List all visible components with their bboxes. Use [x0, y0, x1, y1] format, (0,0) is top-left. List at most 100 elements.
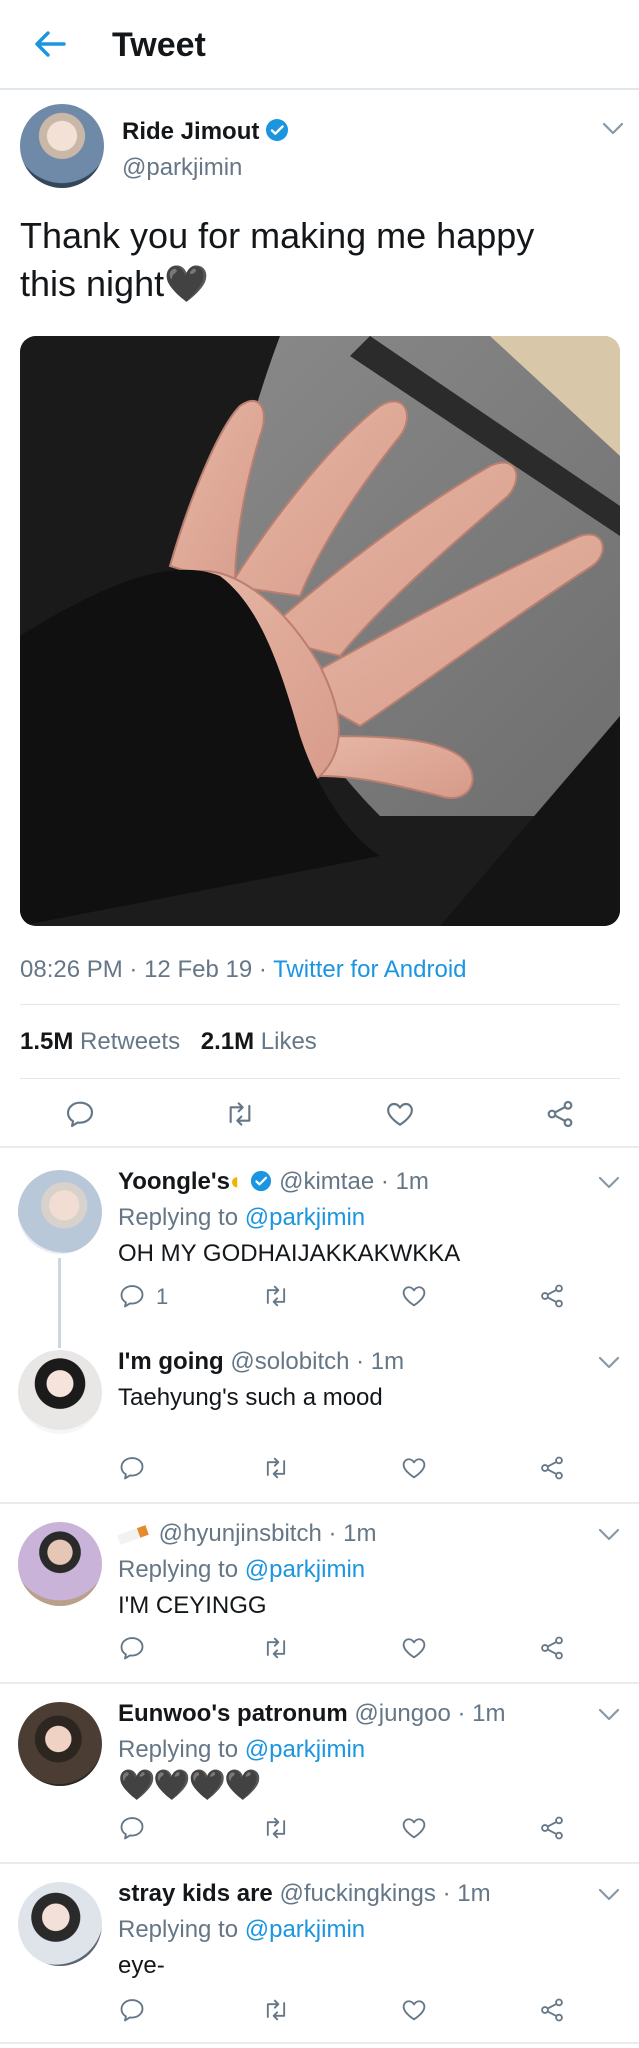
share-icon[interactable] [544, 1098, 576, 1130]
reply-count: 1 [156, 1284, 169, 1309]
replying-to: Replying to @parkjimin [118, 1736, 365, 1764]
replying-to-link[interactable]: @parkjimin [245, 1736, 365, 1763]
author-name: Ride Jimout [122, 118, 260, 145]
likes-count: 2.1M [200, 1028, 255, 1055]
verified-badge-icon [250, 1170, 272, 1192]
avatar[interactable] [18, 1350, 102, 1434]
retweets-stat[interactable]: 1.5M Retweets [20, 1028, 180, 1055]
tweet-time: 08:26 PM [20, 956, 123, 983]
reply-time: · 1m [457, 1700, 506, 1727]
reply-time: · 1m [328, 1520, 377, 1547]
reply-header[interactable]: Eunwoo's patronum @jungoo · 1m [118, 1700, 505, 1728]
share-icon[interactable] [538, 1634, 566, 1662]
reply-icon[interactable] [64, 1098, 96, 1130]
retweet-icon[interactable] [262, 1454, 290, 1482]
reply-icon[interactable] [118, 1814, 146, 1842]
reply-time: · 1m [442, 1880, 491, 1907]
reply-text: eye- [118, 1952, 165, 1979]
back-arrow-icon[interactable] [30, 24, 70, 64]
author-handle[interactable]: @parkjimin [122, 154, 242, 182]
reply-text: Taehyung's such a mood [118, 1384, 383, 1411]
divider [0, 1502, 639, 1504]
reply-icon[interactable] [118, 1282, 146, 1310]
replying-to-link[interactable]: @parkjimin [245, 1556, 365, 1583]
tweet-source-link[interactable]: Twitter for Android [273, 956, 466, 983]
heart-icon[interactable] [400, 1454, 428, 1482]
name-emoji-icon [117, 1524, 149, 1545]
replying-to: Replying to @parkjimin [118, 1204, 365, 1232]
divider [0, 1146, 639, 1148]
replying-to-link[interactable]: @parkjimin [245, 1204, 365, 1231]
verified-badge-icon [265, 118, 289, 142]
page-title: Tweet [112, 26, 206, 64]
meta-separator: · [129, 956, 138, 983]
chevron-down-icon[interactable] [598, 1176, 620, 1190]
reply-icon[interactable] [118, 1996, 146, 2024]
divider [0, 1862, 639, 1864]
author-name-row[interactable]: Ride Jimout [122, 118, 289, 146]
divider [20, 1078, 620, 1079]
retweet-icon[interactable] [224, 1098, 256, 1130]
replying-to-link[interactable]: @parkjimin [245, 1916, 365, 1943]
chevron-down-icon[interactable] [602, 122, 624, 136]
likes-label: Likes [260, 1028, 317, 1055]
black-heart-emoji: 🖤 [164, 263, 209, 304]
black-heart-emoji: 🖤 [224, 1769, 262, 1802]
divider [20, 1004, 620, 1005]
reply-handle: @fuckingkings [279, 1880, 436, 1907]
tweet-text-line1: Thank you for making me happy [20, 215, 535, 256]
tweet-meta: 08:26 PM · 12 Feb 19 · Twitter for Andro… [20, 956, 467, 984]
reply-icon[interactable] [118, 1454, 146, 1482]
reply-handle: @hyunjinsbitch [158, 1520, 322, 1547]
chevron-down-icon[interactable] [598, 1528, 620, 1542]
reply-handle: @jungoo [354, 1700, 451, 1727]
black-heart-emoji: 🖤 [188, 1769, 227, 1802]
replying-to-label: Replying to [118, 1204, 239, 1231]
chevron-down-icon[interactable] [598, 1888, 620, 1902]
avatar[interactable] [18, 1522, 102, 1606]
reply-handle: @solobitch [230, 1348, 350, 1375]
share-icon[interactable] [538, 1282, 566, 1310]
retweet-icon[interactable] [262, 1634, 290, 1662]
reply-author-name: stray kids are [118, 1880, 273, 1907]
chevron-down-icon[interactable] [598, 1356, 620, 1370]
reply-icon[interactable] [118, 1634, 146, 1662]
heart-icon[interactable] [400, 1814, 428, 1842]
replying-to: Replying to @parkjimin [118, 1916, 365, 1944]
replying-to-label: Replying to [118, 1736, 239, 1763]
reply-text: I'M CEYINGG [118, 1592, 267, 1619]
avatar[interactable] [18, 1882, 102, 1966]
retweet-icon[interactable] [262, 1996, 290, 2024]
avatar[interactable] [18, 1170, 102, 1254]
retweet-icon[interactable] [262, 1282, 290, 1310]
reply-author-name: Yoongle's [118, 1168, 230, 1195]
reply-header[interactable]: stray kids are @fuckingkings · 1m [118, 1880, 491, 1908]
reply-header[interactable]: I'm going @solobitch · 1m [118, 1348, 404, 1376]
heart-icon[interactable] [400, 1996, 428, 2024]
reply-time: · 1m [380, 1168, 429, 1195]
share-icon[interactable] [538, 1814, 566, 1842]
tweet-stats: 1.5M Retweets 2.1M Likes [20, 1028, 317, 1056]
black-heart-emoji: 🖤 [118, 1769, 156, 1802]
reply-author-name: I'm going [118, 1348, 224, 1375]
reply-header[interactable]: @hyunjinsbitch · 1m [117, 1520, 377, 1548]
chevron-down-icon[interactable] [598, 1708, 620, 1722]
share-icon[interactable] [538, 1996, 566, 2024]
retweets-count: 1.5M [20, 1028, 74, 1055]
replying-to-label: Replying to [118, 1916, 239, 1943]
share-icon[interactable] [538, 1454, 566, 1482]
heart-icon[interactable] [400, 1282, 428, 1310]
avatar[interactable] [20, 104, 104, 188]
likes-stat[interactable]: 2.1M Likes [201, 1028, 317, 1055]
retweet-icon[interactable] [262, 1814, 290, 1842]
avatar[interactable] [18, 1702, 102, 1786]
heart-icon[interactable] [384, 1098, 416, 1130]
divider [0, 1682, 639, 1684]
divider [0, 2042, 639, 2044]
reply-text-hearts: 🖤🖤🖤🖤 [118, 1768, 262, 1803]
reply-header[interactable]: Yoongle's◐ @kimtae · 1m [118, 1168, 429, 1196]
reply-text: OH MY GODHAIJAKKAKWKKA [118, 1240, 461, 1267]
tweet-photo[interactable] [20, 336, 620, 926]
heart-icon[interactable] [400, 1634, 428, 1662]
replying-to-label: Replying to [118, 1556, 239, 1583]
